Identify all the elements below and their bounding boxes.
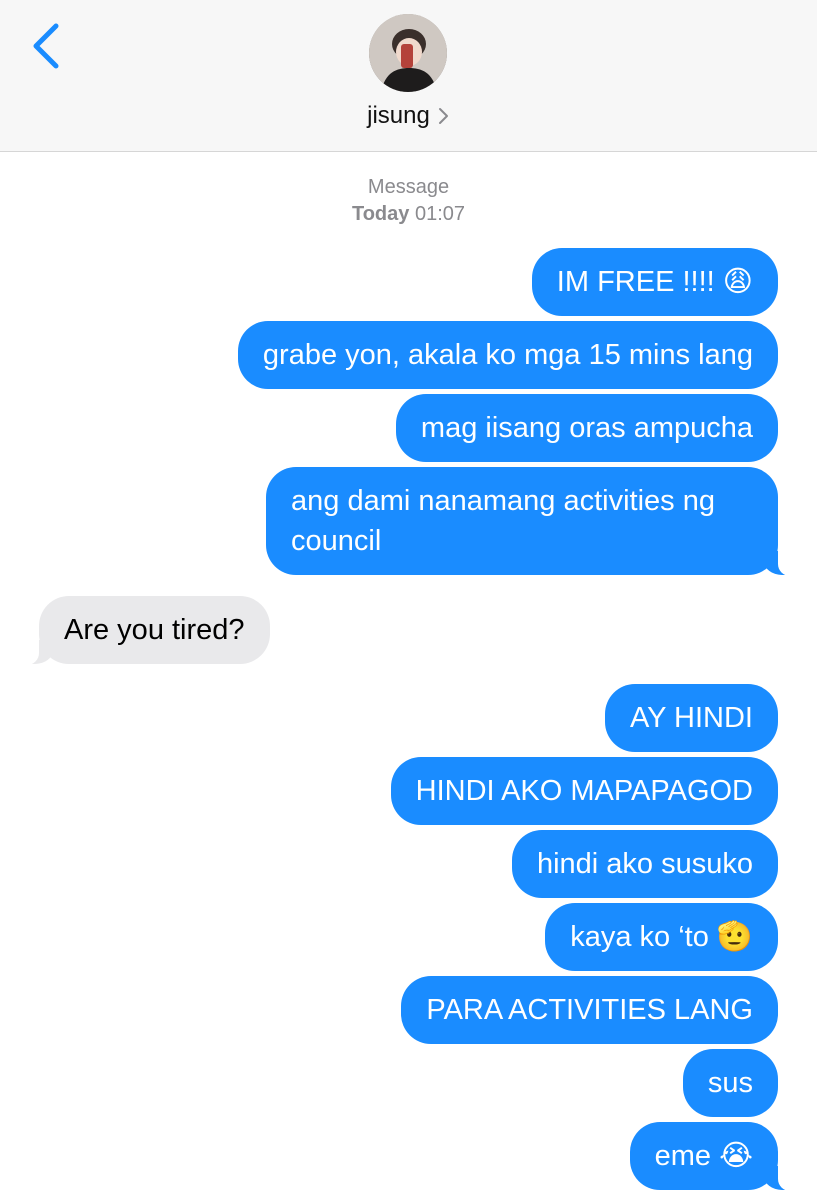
message-list: IM FREE !!!! 😩 grabe yon, akala ko mga 1… [0,0,817,1200]
message-bubble-outgoing[interactable]: IM FREE !!!! 😩 [531,248,778,316]
message-bubble-outgoing[interactable]: ang dami nanamang activities ng council [266,467,800,576]
message-bubble-outgoing[interactable]: sus [682,1049,778,1117]
message-bubble-outgoing[interactable]: mag iisang oras ampucha [395,394,778,462]
message-bubble-outgoing[interactable]: eme 😭 [629,1122,801,1191]
message-bubble-outgoing[interactable]: HINDI AKO MAPAPAGOD [390,757,778,825]
message-bubble-outgoing[interactable]: grabe yon, akala ko mga 15 mins lang [237,321,778,389]
message-bubble-incoming[interactable]: Are you tired? [17,596,270,665]
message-bubble-outgoing[interactable]: kaya ko ‘to 🫡 [545,903,778,971]
message-bubble-outgoing[interactable]: hindi ako susuko [511,830,778,898]
message-bubble-outgoing[interactable]: PARA ACTIVITIES LANG [401,976,778,1044]
message-bubble-outgoing[interactable]: AY HINDI [604,684,778,752]
